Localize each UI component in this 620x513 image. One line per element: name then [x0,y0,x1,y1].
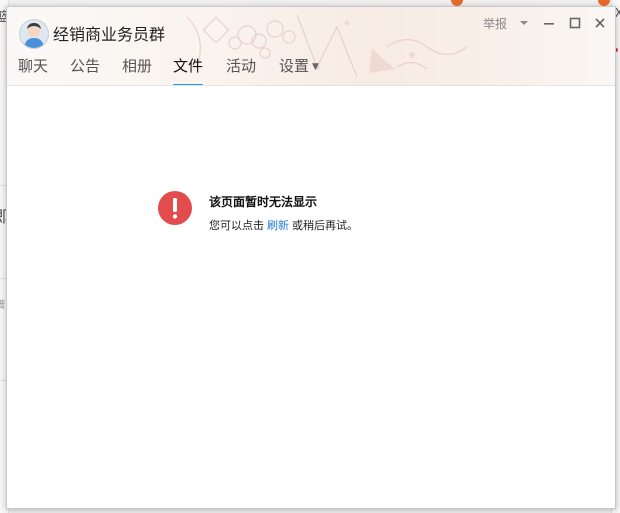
group-avatar[interactable] [19,19,49,49]
close-icon [595,18,605,28]
files-content-area: 该页面暂时无法显示 您可以点击 刷新 或稍后再试。 [7,86,615,508]
group-window: 经销商业务员群 举报 聊天 公告 相册 文件 活动 设置 ▼ 该页面暂时无法显示… [6,6,616,509]
minimize-icon [544,23,554,25]
tab-settings[interactable]: 设置 ▼ [279,55,319,83]
tab-chat[interactable]: 聊天 [18,55,48,83]
tab-activities[interactable]: 活动 [226,55,256,83]
menu-dropdown-button[interactable] [518,15,530,31]
close-button[interactable] [593,15,607,31]
user-avatar-icon [24,23,44,48]
window-header: 经销商业务员群 举报 聊天 公告 相册 文件 活动 设置 ▼ [7,7,615,86]
report-button[interactable]: 举报 [483,15,507,31]
error-message-suffix: 或稍后再试。 [292,219,358,232]
error-title: 该页面暂时无法显示 [209,195,318,209]
tab-files[interactable]: 文件 [173,55,204,85]
group-title: 经销商业务员群 [53,25,166,44]
error-message: 您可以点击 刷新 或稍后再试。 [209,217,358,233]
chevron-down-icon [520,21,528,25]
tab-announcements[interactable]: 公告 [70,55,100,83]
tab-album[interactable]: 相册 [122,55,152,83]
chevron-down-icon: ▼ [312,62,319,72]
background-text-fragment: 谱 [0,296,5,311]
exclamation-circle-icon [158,191,192,225]
maximize-icon [569,17,581,29]
refresh-link[interactable]: 刷新 [267,219,289,232]
maximize-button[interactable] [568,15,582,31]
error-message-prefix: 您可以点击 [209,219,264,232]
minimize-button[interactable] [542,15,556,31]
